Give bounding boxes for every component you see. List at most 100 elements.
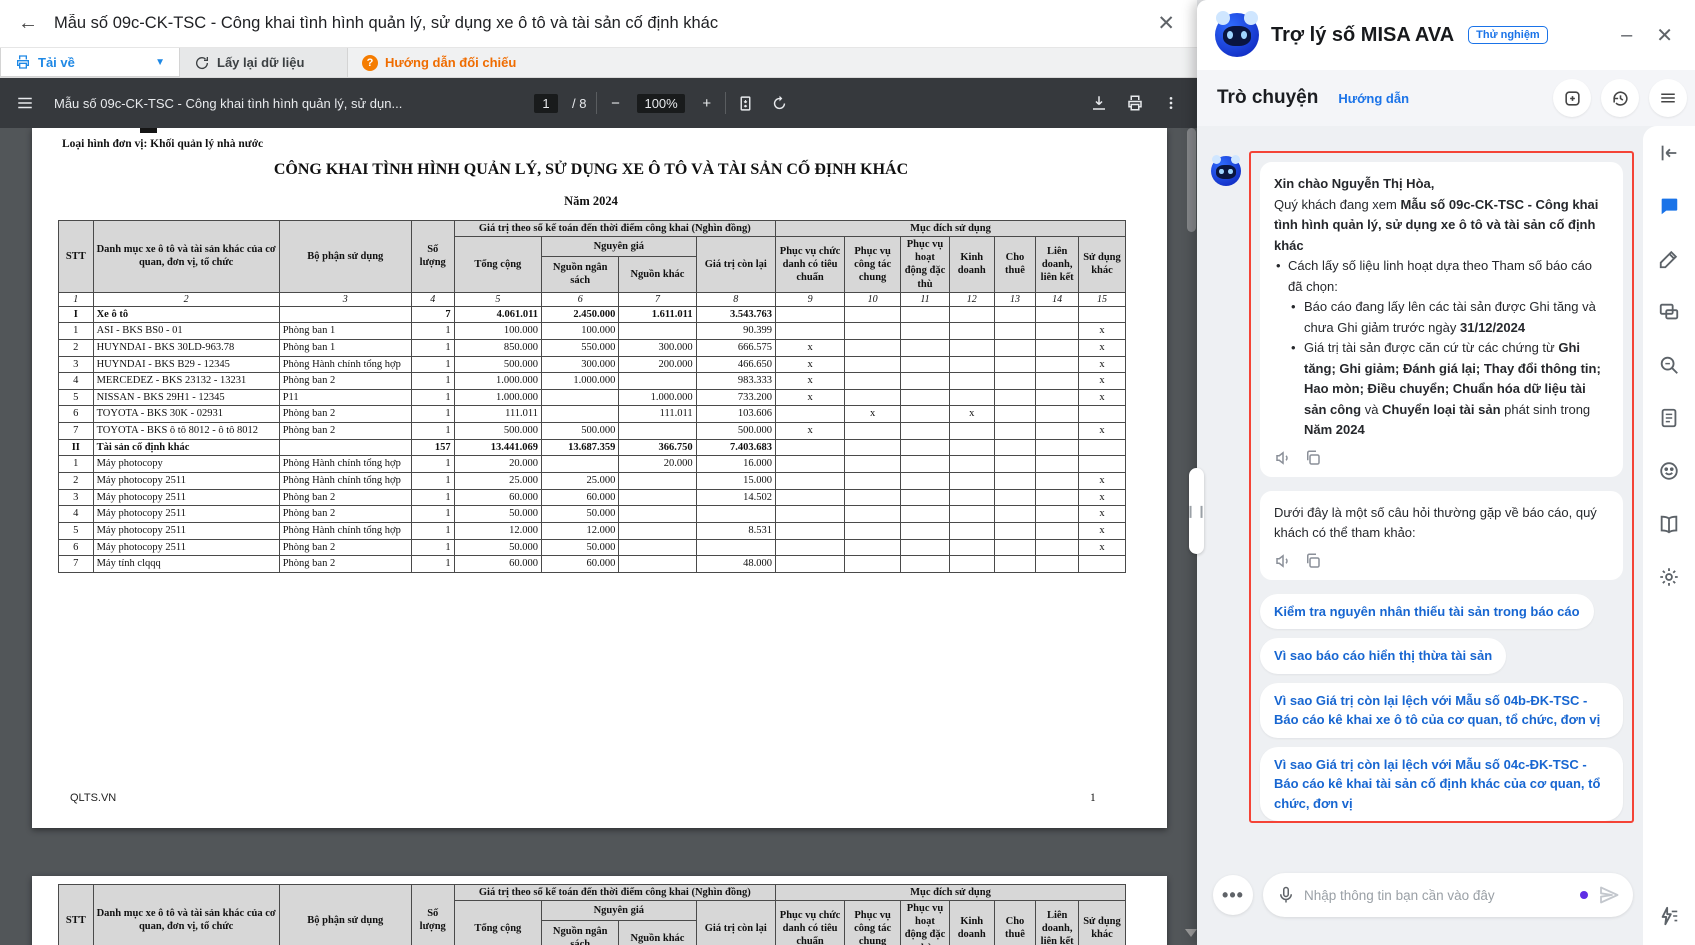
- toolbar-divider: [725, 92, 726, 114]
- zoom-in-button[interactable]: +: [699, 95, 715, 112]
- doc-page-number: 1: [1090, 792, 1096, 804]
- beta-badge: Thử nghiệm: [1468, 26, 1548, 44]
- read-aloud-icon[interactable]: [1274, 449, 1292, 467]
- chat-close-icon[interactable]: ✕: [1656, 23, 1673, 48]
- microphone-icon[interactable]: [1277, 886, 1295, 904]
- col-header: Số lượng: [411, 221, 454, 293]
- fit-page-icon[interactable]: [736, 93, 756, 113]
- more-vertical-icon[interactable]: [1161, 93, 1181, 113]
- guide-button[interactable]: ? Hướng dẫn đối chiếu: [348, 48, 530, 77]
- print-icon[interactable]: [1125, 93, 1145, 113]
- pdf-doc-title: Mẫu số 09c-CK-TSC - Công khai tình hình …: [54, 96, 534, 111]
- col-header: Nguồn khác: [619, 256, 696, 292]
- doc-unit-type: Loại hình đơn vị: Khối quản lý nhà nước: [62, 138, 263, 150]
- refresh-data-button[interactable]: Lấy lại dữ liệu: [180, 48, 348, 77]
- assistant-message: Xin chào Nguyễn Thị Hòa,Quý khách đang x…: [1260, 162, 1623, 477]
- col-header: Danh mục xe ô tô và tài sản khác của cơ …: [93, 885, 279, 945]
- col-header: Sử dụng khác: [1079, 901, 1126, 945]
- scrollbar-thumb[interactable]: [1187, 128, 1196, 232]
- pdf-toolbar: Mẫu số 09c-CK-TSC - Công khai tình hình …: [0, 78, 1197, 128]
- col-header: Phục vụ hoạt động đặc thù: [901, 237, 950, 293]
- chat-inputbar: ••• Nhập thông tin bạn cần vào đây: [1197, 865, 1643, 945]
- window-title: Mẫu số 09c-CK-TSC - Công khai tình hình …: [54, 14, 1137, 33]
- assistant-message: Dưới đây là một số câu hỏi thường gặp về…: [1260, 491, 1623, 580]
- zoom-controls: − 100% +: [607, 94, 714, 113]
- col-header: Danh mục xe ô tô và tài sản khác của cơ …: [93, 221, 279, 293]
- side-icon-rail: [1643, 126, 1695, 945]
- table-row: 3Máy photocopy 2511Phòng ban 2160.00060.…: [59, 489, 1126, 506]
- chat-bubble-icon[interactable]: [1658, 195, 1680, 217]
- menu-icon[interactable]: [16, 94, 34, 112]
- download-icon[interactable]: [1089, 93, 1109, 113]
- col-header: Giá trị còn lại: [696, 901, 775, 945]
- message-text: Quý khách đang xem Mẫu số 09c-CK-TSC - C…: [1274, 195, 1609, 257]
- suggested-question-chip[interactable]: Vì sao báo cáo hiển thị thừa tài sản: [1260, 638, 1506, 674]
- pdf-page-2: STT Danh mục xe ô tô và tài sản khác của…: [32, 876, 1167, 945]
- column-number-row: 123456789101112131415: [59, 292, 1126, 306]
- col-header: Nguyên giá: [542, 901, 697, 921]
- col-header: Sử dụng khác: [1079, 237, 1126, 293]
- col-header: Phục vụ hoạt động đặc thù: [901, 901, 950, 945]
- asset-table: STT Danh mục xe ô tô và tài sản khác của…: [58, 220, 1126, 573]
- table-row: 7TOYOTA - BKS ô tô 8012 - ô tô 8012Phòng…: [59, 423, 1126, 440]
- doc-footer-brand: QLTS.VN: [70, 792, 116, 804]
- suggested-question-chip[interactable]: Kiểm tra nguyên nhân thiếu tài sản trong…: [1260, 594, 1594, 630]
- read-aloud-icon[interactable]: [1274, 552, 1292, 570]
- table-row: 1ASI - BKS BS0 - 01Phòng ban 11100.00010…: [59, 323, 1126, 340]
- table-row: 7Máy tính clqqqPhòng ban 2160.00060.0004…: [59, 556, 1126, 573]
- search-chat-icon[interactable]: [1658, 354, 1680, 376]
- asset-table-page2: STT Danh mục xe ô tô và tài sản khác của…: [58, 884, 1126, 945]
- table-row: 2HUYNDAI - BKS 30LD-963.78Phòng ban 1185…: [59, 339, 1126, 356]
- col-group-header: Mục đích sử dụng: [775, 885, 1125, 901]
- send-icon[interactable]: [1597, 883, 1621, 907]
- minimize-icon[interactable]: –: [1621, 24, 1632, 47]
- chevron-down-icon[interactable]: ▼: [155, 57, 165, 68]
- col-header: Nguồn ngân sách: [542, 256, 619, 292]
- chat-header: Trợ lý số MISA AVA Thử nghiệm – ✕: [1197, 0, 1695, 70]
- more-options-button[interactable]: •••: [1213, 875, 1253, 915]
- scrollbar-down-arrow[interactable]: [1185, 929, 1197, 937]
- refresh-icon: [194, 55, 210, 71]
- copy-icon[interactable]: [1304, 552, 1322, 570]
- question-icon: ?: [362, 55, 378, 71]
- col-header: Phục vụ chức danh có tiêu chuẩn: [775, 901, 844, 945]
- col-header: Nguồn khác: [619, 920, 696, 945]
- table-row: 4Máy photocopy 2511Phòng ban 2150.00050.…: [59, 506, 1126, 523]
- suggested-question-chip[interactable]: Vì sao Giá trị còn lại lệch với Mẫu số 0…: [1260, 747, 1623, 822]
- col-header: Liên doanh, liên kết: [1036, 237, 1079, 293]
- col-group-header: Mục đích sử dụng: [775, 221, 1125, 237]
- col-header: STT: [59, 221, 94, 293]
- open-book-icon[interactable]: [1658, 513, 1680, 535]
- rotate-icon[interactable]: [770, 93, 790, 113]
- table-row: 5NISSAN - BKS 29H1 - 12345P1111.000.0001…: [59, 389, 1126, 406]
- zoom-out-button[interactable]: −: [607, 95, 623, 112]
- back-icon[interactable]: ←: [18, 12, 38, 35]
- copy-icon[interactable]: [1304, 449, 1322, 467]
- screens-icon[interactable]: [1658, 301, 1680, 323]
- col-header: Phục vụ công tác chung: [845, 901, 901, 945]
- document-lines-icon[interactable]: [1658, 407, 1680, 429]
- table-row: 3HUYNDAI - BKS B29 - 12345Phòng Hành chí…: [59, 356, 1126, 373]
- page-number-input[interactable]: 1: [534, 94, 558, 113]
- history-button[interactable]: [1601, 79, 1639, 117]
- col-header: Bộ phận sử dụng: [279, 885, 411, 945]
- toolbar-divider: [596, 92, 597, 114]
- compose-note-icon[interactable]: [1658, 248, 1680, 270]
- window-close-icon[interactable]: ✕: [1153, 11, 1179, 36]
- table-row: 6Máy photocopy 2511Phòng ban 2150.00050.…: [59, 539, 1126, 556]
- new-chat-button[interactable]: [1553, 79, 1591, 117]
- quick-actions-icon[interactable]: [1658, 905, 1680, 927]
- chat-subheader: Trò chuyện Hướng dẫn: [1197, 70, 1695, 126]
- table-row: 2Máy photocopy 2511Phòng Hành chính tổng…: [59, 473, 1126, 490]
- panel-menu-button[interactable]: [1649, 79, 1687, 117]
- col-header: Phục vụ chức danh có tiêu chuẩn: [775, 237, 844, 293]
- download-button[interactable]: Tải về ▼: [0, 48, 180, 77]
- zoom-level[interactable]: 100%: [637, 94, 684, 113]
- message-input[interactable]: Nhập thông tin bạn cần vào đây: [1263, 873, 1633, 917]
- collapse-panel-icon[interactable]: [1658, 142, 1680, 164]
- settings-gear-icon[interactable]: [1658, 566, 1680, 588]
- suggested-question-chip[interactable]: Vì sao Giá trị còn lại lệch với Mẫu số 0…: [1260, 683, 1623, 738]
- guide-link[interactable]: Hướng dẫn: [1338, 91, 1409, 106]
- emoji-sticker-icon[interactable]: [1658, 460, 1680, 482]
- chat-body: Xin chào Nguyễn Thị Hòa,Quý khách đang x…: [1197, 126, 1643, 865]
